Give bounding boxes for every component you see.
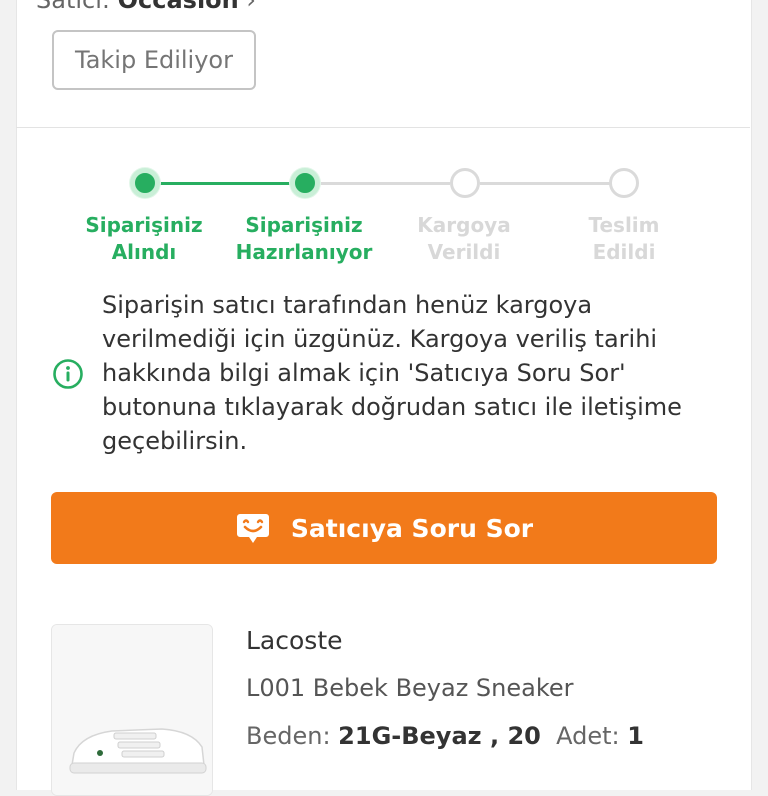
- seller-name[interactable]: Occasion: [118, 0, 239, 14]
- step-dot-preparing: [290, 168, 320, 198]
- seller-prefix: Satıcı:: [36, 0, 118, 14]
- ask-seller-label: Satıcıya Soru Sor: [290, 513, 534, 543]
- sneaker-image: [52, 625, 212, 795]
- info-message: Siparişin satıcı tarafından henüz kargoy…: [102, 291, 682, 455]
- step-label-ordered: Siparişiniz Alındı: [85, 213, 203, 264]
- step-label-shipped: Kargoya Verildi: [417, 213, 511, 264]
- ask-seller-button[interactable]: Satıcıya Soru Sor: [51, 492, 717, 564]
- size-label: Beden:: [246, 722, 331, 750]
- quantity-value: 1: [627, 722, 644, 750]
- size-value: 21G-Beyaz , 20: [338, 722, 541, 750]
- step-label-delivered: Teslim Edildi: [588, 213, 660, 264]
- product-image[interactable]: [51, 624, 213, 796]
- step-dot-delivered: [609, 168, 639, 198]
- step-label-preparing: Siparişiniz Hazırlanıyor: [235, 213, 373, 264]
- stepper-line-3: [480, 182, 610, 185]
- follow-button[interactable]: Takip Ediliyor: [52, 30, 256, 90]
- product-variant: Beden: 21G-Beyaz , 20 Adet: 1: [246, 722, 644, 750]
- product-name[interactable]: L001 Bebek Beyaz Sneaker: [246, 674, 574, 702]
- chat-bubble-icon: [236, 514, 269, 543]
- chevron-right-icon: ›: [246, 0, 256, 14]
- section-divider: [16, 127, 750, 128]
- product-brand[interactable]: Lacoste: [246, 626, 343, 655]
- info-icon: [53, 359, 83, 389]
- step-dot-ordered: [130, 168, 160, 198]
- step-dot-shipped: [450, 168, 480, 198]
- stepper-line-2: [320, 182, 450, 185]
- seller-line[interactable]: Satıcı: Occasion ›: [36, 0, 256, 14]
- quantity-label: Adet:: [556, 722, 620, 750]
- stepper-line-1: [160, 182, 290, 185]
